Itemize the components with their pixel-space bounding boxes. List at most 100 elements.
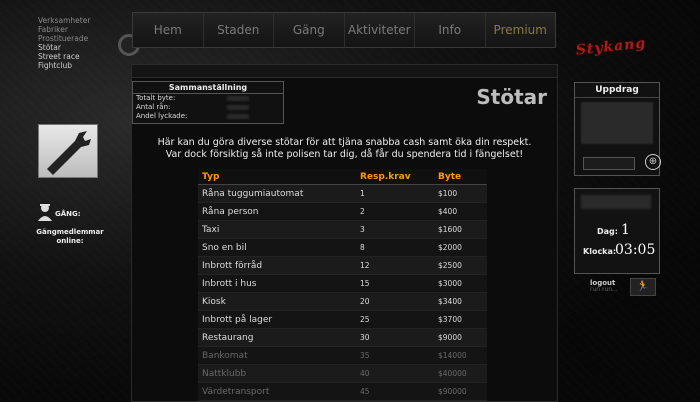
nav-tab-aktiviteter[interactable]: Aktiviteter: [344, 13, 415, 47]
left-menu-item[interactable]: Stötar: [38, 43, 118, 52]
day-label: Dag:: [597, 227, 618, 236]
description-line-1: Här kan du göra diverse stötar för att t…: [157, 137, 532, 148]
summary-row-label: Antal rån:: [136, 103, 171, 111]
top-nav: Hem Staden Gäng Aktiviteter Info Premium: [132, 12, 556, 48]
summary-row-label: Totalt byte:: [136, 94, 176, 102]
crime-type[interactable]: Inbrott i hus: [198, 274, 356, 293]
logout-sub: run run...: [590, 286, 618, 293]
summary-row: Totalt byte:: [133, 94, 283, 103]
summary-row-label: Andel lyckade:: [136, 112, 188, 120]
crime-resp-req: 1: [356, 184, 434, 203]
crime-loot: $90000: [434, 382, 487, 401]
crime-type[interactable]: Inbrott förråd: [198, 256, 356, 275]
table-row[interactable]: Värdetransport 45 $90000: [198, 382, 487, 401]
crime-resp-req: 2: [356, 202, 434, 221]
crime-resp-req: 25: [356, 310, 434, 329]
table-row[interactable]: Inbrott på lager 25 $3700: [198, 310, 487, 329]
mission-title: Uppdrag: [575, 83, 659, 98]
table-row[interactable]: Råna tuggumiautomat 1 $100: [198, 184, 487, 203]
crime-resp-req: 20: [356, 292, 434, 311]
crime-resp-req: 12: [356, 256, 434, 275]
crime-type[interactable]: Taxi: [198, 220, 356, 239]
clock-header-blurred: [581, 195, 651, 209]
nav-tab-hem[interactable]: Hem: [133, 13, 204, 47]
gangster-icon: [37, 203, 53, 221]
nav-tab-info[interactable]: Info: [415, 13, 486, 47]
crime-loot: $1600: [434, 220, 487, 239]
crime-resp-req: 45: [356, 382, 434, 401]
gang-label: GÅNG:: [55, 210, 81, 218]
column-header-resp: Resp.krav: [356, 169, 434, 185]
table-row[interactable]: Taxi 3 $1600: [198, 220, 487, 239]
left-menu-item[interactable]: Verksamheter: [38, 16, 118, 25]
left-menu: Verksamheter Fabriker Prostituerade Stötar S…: [38, 16, 118, 70]
table-row[interactable]: Sno en bil 8 $2000: [198, 238, 487, 257]
table-row[interactable]: Råna person 2 $400: [198, 202, 487, 221]
mission-content-blurred: [581, 102, 653, 144]
column-header-loot: Byte: [434, 169, 487, 185]
clock-box: Dag: 1 Klocka: 03:05: [574, 188, 660, 274]
crime-loot: $3400: [434, 292, 487, 311]
main-top-strip: [132, 65, 557, 78]
summary-value-blurred: [227, 114, 249, 119]
time-value: 03:05: [615, 242, 656, 258]
table-row[interactable]: Restaurang 30 $9000: [198, 328, 487, 347]
crime-type[interactable]: Råna person: [198, 202, 356, 221]
main-panel: Sammanställning Totalt byte: Antal rån: An…: [131, 64, 558, 402]
crime-type[interactable]: Inbrott på lager: [198, 310, 356, 329]
table-row[interactable]: Kiosk 20 $3400: [198, 292, 487, 311]
day-value: 1: [621, 222, 630, 238]
crime-loot: $40000: [434, 364, 487, 383]
nav-tab-staden[interactable]: Staden: [203, 13, 274, 47]
table-row[interactable]: Inbrott förråd 12 $2500: [198, 256, 487, 275]
crime-loot: $14000: [434, 346, 487, 365]
column-header-type: Typ: [198, 169, 356, 185]
table-row[interactable]: Nattklubb 40 $40000: [198, 364, 487, 383]
crime-loot: $9000: [434, 328, 487, 347]
wrench-image: [38, 124, 98, 178]
nav-tab-gäng[interactable]: Gäng: [274, 13, 345, 47]
crime-loot: $2500: [434, 256, 487, 275]
crime-type[interactable]: Bankomat: [198, 346, 356, 365]
description-line-2: Var dock försiktig så inte polisen tar d…: [165, 149, 524, 160]
description: Här kan du göra diverse stötar för att t…: [132, 137, 557, 161]
crime-type[interactable]: Nattklubb: [198, 364, 356, 383]
crime-resp-req: 30: [356, 328, 434, 347]
table-row[interactable]: Inbrott i hus 15 $3000: [198, 274, 487, 293]
running-man-icon: 🏃: [630, 278, 656, 296]
crime-loot: $2000: [434, 238, 487, 257]
left-menu-item[interactable]: Street race: [38, 52, 118, 61]
crime-type[interactable]: Råna tuggumiautomat: [198, 184, 356, 203]
crime-resp-req: 8: [356, 238, 434, 257]
crime-resp-req: 15: [356, 274, 434, 293]
table-row[interactable]: Bankomat 35 $14000: [198, 346, 487, 365]
summary-row: Antal rån:: [133, 103, 283, 112]
mission-input[interactable]: [583, 157, 635, 170]
crime-loot: $3000: [434, 274, 487, 293]
crime-type[interactable]: Restaurang: [198, 328, 356, 347]
summary-value-blurred: [227, 96, 249, 101]
left-menu-item[interactable]: Fabriker: [38, 25, 118, 34]
left-menu-item[interactable]: Fightclub: [38, 61, 118, 70]
summary-row: Andel lyckade:: [133, 112, 283, 121]
crime-loot: $400: [434, 202, 487, 221]
nav-tab-premium[interactable]: Premium: [485, 13, 555, 47]
crimes-table: Typ Resp.krav Byte Råna tuggumiautomat 1 $…: [198, 169, 487, 401]
summary-title: Sammanställning: [133, 82, 283, 94]
crime-type[interactable]: Kiosk: [198, 292, 356, 311]
time-label: Klocka:: [583, 247, 617, 256]
crime-resp-req: 40: [356, 364, 434, 383]
crime-type[interactable]: Värdetransport: [198, 382, 356, 401]
crime-resp-req: 3: [356, 220, 434, 239]
crosshair-icon[interactable]: ⊕: [645, 154, 661, 170]
summary-value-blurred: [227, 105, 249, 110]
left-menu-item[interactable]: Prostituerade: [38, 34, 118, 43]
page-title: Stötar: [476, 85, 547, 109]
crime-loot: $3700: [434, 310, 487, 329]
summary-box: Sammanställning Totalt byte: Antal rån: An…: [132, 81, 284, 124]
gang-members-online: Gängmedlemmar online:: [36, 228, 104, 245]
crime-loot: $100: [434, 184, 487, 203]
crime-type[interactable]: Sno en bil: [198, 238, 356, 257]
crime-resp-req: 35: [356, 346, 434, 365]
logout-button[interactable]: logout run run... 🏃: [590, 278, 656, 296]
